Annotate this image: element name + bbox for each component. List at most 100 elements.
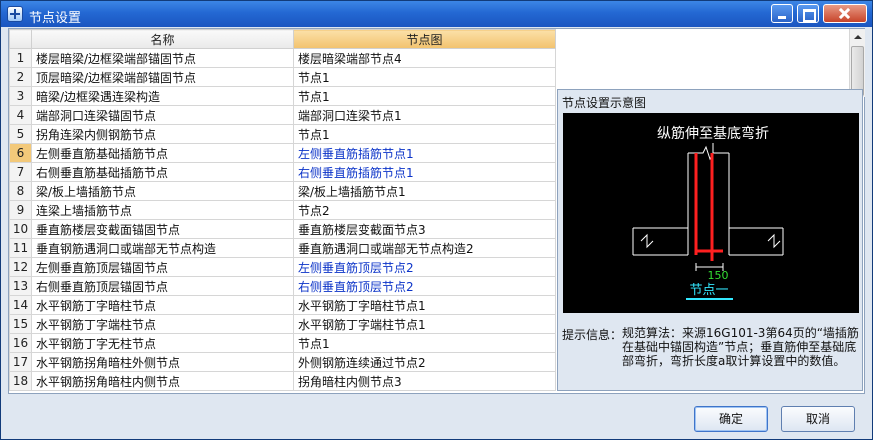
table-row[interactable]: 13 右侧垂直筋顶层锚固节点 右侧垂直筋顶层节点2 bbox=[9, 276, 556, 296]
node-diagram-cell[interactable]: 拐角暗柱内侧节点3 bbox=[293, 371, 556, 391]
node-name-cell: 楼层暗梁/边框梁端部锚固节点 bbox=[31, 48, 294, 68]
row-number-cell: 3 bbox=[9, 86, 32, 106]
preview-title: 节点设置示意图 bbox=[562, 96, 647, 110]
row-number-cell: 13 bbox=[9, 276, 32, 296]
row-number-cell: 12 bbox=[9, 257, 32, 277]
table-row[interactable]: 6 左侧垂直筋基础插筋节点 左侧垂直筋插筋节点1 bbox=[9, 143, 556, 163]
table-row[interactable]: 2 顶层暗梁/边框梁端部锚固节点 节点1 bbox=[9, 67, 556, 87]
node-diagram-cell[interactable]: 左侧垂直筋插筋节点1 bbox=[293, 143, 556, 163]
cancel-button[interactable]: 取消 bbox=[781, 406, 855, 432]
table-header-row: 名称 节点图 bbox=[9, 29, 556, 49]
node-name-cell: 拐角连梁内侧钢筋节点 bbox=[31, 124, 294, 144]
table-row[interactable]: 10 垂直筋楼层变截面锚固节点 垂直筋楼层变截面节点3 bbox=[9, 219, 556, 239]
node-name-cell: 水平钢筋拐角暗柱内侧节点 bbox=[31, 371, 294, 391]
name-column-header[interactable]: 名称 bbox=[31, 29, 294, 49]
table-row[interactable]: 14 水平钢筋丁字暗柱节点 水平钢筋丁字暗柱节点1 bbox=[9, 295, 556, 315]
node-name-cell: 水平钢筋拐角暗柱外侧节点 bbox=[31, 352, 294, 372]
row-number-cell: 9 bbox=[9, 200, 32, 220]
node-name-cell: 水平钢筋丁字无柱节点 bbox=[31, 333, 294, 353]
node-name-cell: 水平钢筋丁字暗柱节点 bbox=[31, 295, 294, 315]
row-number-cell: 10 bbox=[9, 219, 32, 239]
node-diagram-cell[interactable]: 右侧垂直筋插筋节点1 bbox=[293, 162, 556, 182]
info-text: 规范算法：来源16G101-3第64页的“墙插筋在基础中锚固构造”节点；垂直筋伸… bbox=[622, 326, 859, 368]
table-row[interactable]: 18 水平钢筋拐角暗柱内侧节点 拐角暗柱内侧节点3 bbox=[9, 371, 556, 391]
table-row[interactable]: 5 拐角连梁内侧钢筋节点 节点1 bbox=[9, 124, 556, 144]
node-diagram-cell[interactable]: 楼层暗梁端部节点4 bbox=[293, 48, 556, 68]
scroll-up-arrow-icon[interactable] bbox=[850, 29, 865, 45]
wall-break-line bbox=[688, 145, 729, 161]
row-number-cell: 8 bbox=[9, 181, 32, 201]
table-row[interactable]: 9 连梁上墙插筋节点 节点2 bbox=[9, 200, 556, 220]
table-row[interactable]: 7 右侧垂直筋基础插筋节点 右侧垂直筋插筋节点1 bbox=[9, 162, 556, 182]
row-number-cell: 2 bbox=[9, 67, 32, 87]
node-name-cell: 右侧垂直筋基础插筋节点 bbox=[31, 162, 294, 182]
node-name-cell: 梁/板上墙插筋节点 bbox=[31, 181, 294, 201]
node-name-cell: 水平钢筋丁字端柱节点 bbox=[31, 314, 294, 334]
maximize-button[interactable] bbox=[797, 4, 819, 23]
node-diagram-cell[interactable]: 梁/板上墙插筋节点1 bbox=[293, 181, 556, 201]
row-number-cell: 11 bbox=[9, 238, 32, 258]
table-row[interactable]: 12 左侧垂直筋顶层锚固节点 左侧垂直筋顶层节点2 bbox=[9, 257, 556, 277]
row-number-cell: 15 bbox=[9, 314, 32, 334]
table-row[interactable]: 16 水平钢筋丁字无柱节点 节点1 bbox=[9, 333, 556, 353]
node-diagram-cell[interactable]: 端部洞口连梁节点1 bbox=[293, 105, 556, 125]
node-preview-panel: 节点设置示意图 纵筋伸至基底弯折 150 节点一 提示信息： 规范算法：来源16… bbox=[557, 89, 863, 391]
title-bar[interactable]: 节点设置 bbox=[1, 1, 872, 27]
node-diagram-cell[interactable]: 左侧垂直筋顶层节点2 bbox=[293, 257, 556, 277]
info-label: 提示信息： bbox=[562, 328, 623, 342]
rebar-hook-bend bbox=[694, 249, 723, 255]
content-area: 名称 节点图 1 楼层暗梁/边框梁端部锚固节点 楼层暗梁端部节点4 2 顶层暗梁/边框梁… bbox=[8, 28, 865, 394]
node-name-cell: 顶层暗梁/边框梁端部锚固节点 bbox=[31, 67, 294, 87]
minimize-button[interactable] bbox=[771, 4, 793, 23]
node-diagram-cell[interactable]: 水平钢筋丁字端柱节点1 bbox=[293, 314, 556, 334]
node-diagram-svg: 纵筋伸至基底弯折 150 节点一 bbox=[632, 125, 784, 300]
node-diagram-cell[interactable]: 节点1 bbox=[293, 67, 556, 87]
node-diagram-cell[interactable]: 节点1 bbox=[293, 124, 556, 144]
node-name-cell: 垂直钢筋遇洞口或端部无节点构造 bbox=[31, 238, 294, 258]
node-diagram: 纵筋伸至基底弯折 150 节点一 bbox=[563, 113, 859, 313]
ok-button[interactable]: 确定 bbox=[694, 406, 768, 432]
app-icon bbox=[7, 6, 23, 22]
row-number-cell: 7 bbox=[9, 162, 32, 182]
row-number-cell: 1 bbox=[9, 48, 32, 68]
table-row[interactable]: 17 水平钢筋拐角暗柱外侧节点 外侧钢筋连续通过节点2 bbox=[9, 352, 556, 372]
row-number-cell: 5 bbox=[9, 124, 32, 144]
vertical-scrollbar[interactable] bbox=[849, 29, 865, 97]
dimension-value: 150 bbox=[708, 269, 729, 282]
table-row[interactable]: 1 楼层暗梁/边框梁端部锚固节点 楼层暗梁端部节点4 bbox=[9, 48, 556, 68]
node-settings-table: 名称 节点图 1 楼层暗梁/边框梁端部锚固节点 楼层暗梁端部节点4 2 顶层暗梁/边框梁… bbox=[9, 29, 556, 391]
node-name-cell: 端部洞口连梁锚固节点 bbox=[31, 105, 294, 125]
node-diagram-cell[interactable]: 节点1 bbox=[293, 333, 556, 353]
node-name-cell: 右侧垂直筋顶层锚固节点 bbox=[31, 276, 294, 296]
node-diagram-cell[interactable]: 节点1 bbox=[293, 86, 556, 106]
table-row[interactable]: 4 端部洞口连梁锚固节点 端部洞口连梁节点1 bbox=[9, 105, 556, 125]
node-name-cell: 垂直筋楼层变截面锚固节点 bbox=[31, 219, 294, 239]
node-label: 节点一 bbox=[689, 283, 728, 298]
row-number-cell: 14 bbox=[9, 295, 32, 315]
node-diagram-cell[interactable]: 垂直筋楼层变截面节点3 bbox=[293, 219, 556, 239]
foundation-break-left bbox=[640, 233, 654, 249]
table-row[interactable]: 8 梁/板上墙插筋节点 梁/板上墙插筋节点1 bbox=[9, 181, 556, 201]
row-number-cell: 6 bbox=[9, 143, 32, 163]
table-row[interactable]: 15 水平钢筋丁字端柱节点 水平钢筋丁字端柱节点1 bbox=[9, 314, 556, 334]
node-diagram-cell[interactable]: 垂直筋遇洞口或端部无节点构造2 bbox=[293, 238, 556, 258]
row-number-header bbox=[9, 29, 32, 49]
foundation-break-right bbox=[767, 233, 781, 249]
node-name-cell: 左侧垂直筋顶层锚固节点 bbox=[31, 257, 294, 277]
close-button[interactable] bbox=[823, 4, 867, 23]
node-name-cell: 暗梁/边框梁遇连梁构造 bbox=[31, 86, 294, 106]
node-diagram-cell[interactable]: 节点2 bbox=[293, 200, 556, 220]
diagram-caption: 纵筋伸至基底弯折 bbox=[657, 125, 769, 142]
node-diagram-cell[interactable]: 水平钢筋丁字暗柱节点1 bbox=[293, 295, 556, 315]
table-row[interactable]: 11 垂直钢筋遇洞口或端部无节点构造 垂直筋遇洞口或端部无节点构造2 bbox=[9, 238, 556, 258]
node-name-cell: 连梁上墙插筋节点 bbox=[31, 200, 294, 220]
node-diagram-cell[interactable]: 右侧垂直筋顶层节点2 bbox=[293, 276, 556, 296]
row-number-cell: 18 bbox=[9, 371, 32, 391]
node-column-header[interactable]: 节点图 bbox=[293, 29, 556, 49]
row-number-cell: 16 bbox=[9, 333, 32, 353]
node-name-cell: 左侧垂直筋基础插筋节点 bbox=[31, 143, 294, 163]
window-title: 节点设置 bbox=[29, 11, 82, 26]
node-settings-window: 节点设置 名称 节点图 1 楼层暗梁/边框梁端部锚固节点 楼层暗梁端部节点4 2 顶层暗… bbox=[0, 0, 873, 440]
node-diagram-cell[interactable]: 外侧钢筋连续通过节点2 bbox=[293, 352, 556, 372]
table-row[interactable]: 3 暗梁/边框梁遇连梁构造 节点1 bbox=[9, 86, 556, 106]
